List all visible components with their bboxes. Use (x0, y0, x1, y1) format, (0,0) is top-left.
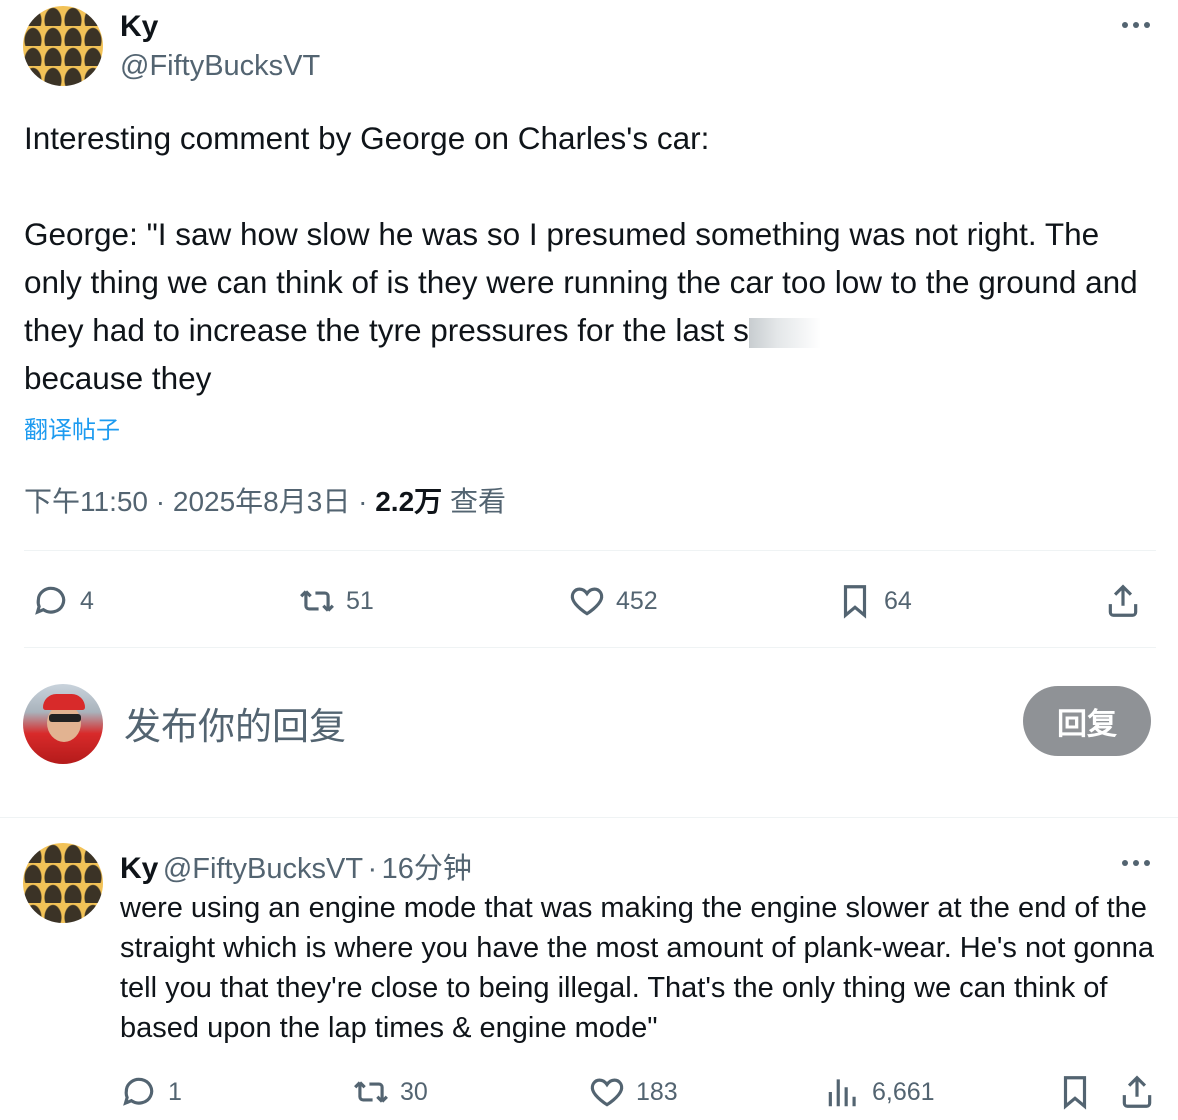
tweet-time[interactable]: 下午11:50 (24, 486, 148, 517)
divider (24, 550, 1156, 551)
truncation-fade (748, 317, 821, 348)
bookmark-action[interactable]: 64 (836, 582, 912, 620)
like-count: 452 (616, 586, 658, 615)
current-user-avatar[interactable] (23, 684, 103, 764)
views-icon (828, 1079, 856, 1107)
reply-icon (123, 1077, 154, 1106)
bookmark-icon (843, 585, 867, 619)
bookmark-icon (1063, 1076, 1087, 1110)
meta-separator: · (358, 486, 368, 517)
tweet-text-tail: because they (24, 360, 212, 396)
reply-like-count: 183 (636, 1077, 678, 1106)
like-action[interactable]: 452 (568, 582, 658, 620)
reply-separator: · (367, 853, 378, 885)
bookmark-count: 64 (884, 586, 912, 615)
reply-text: were using an engine mode that was makin… (120, 892, 1154, 1044)
views-count: 2.2万 (375, 486, 443, 517)
tweet-meta: 下午11:50 · 2025年8月3日 · 2.2万 查看 (24, 480, 506, 520)
retweet-action[interactable]: 51 (298, 582, 374, 620)
reply-bookmark-action[interactable] (1056, 1073, 1094, 1111)
reply-like-action[interactable]: 183 (588, 1073, 678, 1111)
author-name[interactable]: Ky (120, 10, 158, 44)
reply-icon (35, 586, 66, 615)
heart-icon (570, 587, 604, 616)
reply-button[interactable]: 回复 (1023, 686, 1151, 756)
reply-reply-action[interactable]: 1 (120, 1073, 182, 1111)
reply-author-handle[interactable]: @FiftyBucksVT (163, 853, 363, 885)
reply-time[interactable]: 16分钟 (382, 853, 472, 885)
retweet-count: 51 (346, 586, 374, 615)
heart-icon (590, 1078, 624, 1107)
divider (24, 647, 1156, 648)
author-avatar[interactable] (23, 6, 103, 86)
divider (0, 817, 1178, 818)
views-label: 查看 (449, 486, 506, 517)
reply-input[interactable]: 发布你的回复 (124, 696, 346, 750)
reply-header: Ky @FiftyBucksVT · 16分钟 (120, 845, 472, 887)
reply-views-count: 6,661 (872, 1077, 935, 1106)
more-dots-icon[interactable] (1122, 860, 1150, 866)
translate-link[interactable]: 翻译帖子 (24, 410, 120, 445)
retweet-icon (354, 1081, 388, 1103)
reply-author-name[interactable]: Ky (120, 852, 158, 885)
reply-count: 4 (80, 586, 94, 615)
author-handle[interactable]: @FiftyBucksVT (120, 50, 320, 83)
reply-retweet-action[interactable]: 30 (352, 1073, 428, 1111)
reply-retweet-count: 30 (400, 1077, 428, 1106)
more-dots-icon[interactable] (1122, 22, 1150, 28)
meta-separator: · (155, 486, 166, 517)
reply-action[interactable]: 4 (32, 582, 94, 620)
tweet-text-quote: George: "I saw how slow he was so I pres… (24, 210, 1164, 354)
share-icon (1122, 1075, 1152, 1108)
share-icon (1108, 584, 1138, 617)
tweet-text-line1: Interesting comment by George on Charles… (24, 120, 710, 156)
retweet-icon (300, 590, 334, 612)
reply-views-action[interactable]: 6,661 (824, 1073, 935, 1111)
reply-share-action[interactable] (1118, 1073, 1156, 1111)
share-action[interactable] (1104, 582, 1142, 620)
tweet-date[interactable]: 2025年8月3日 (173, 486, 350, 517)
reply-author-avatar[interactable] (23, 843, 103, 923)
reply-reply-count: 1 (168, 1077, 182, 1106)
tweet-text-quote-content: George: "I saw how slow he was so I pres… (24, 216, 1147, 348)
